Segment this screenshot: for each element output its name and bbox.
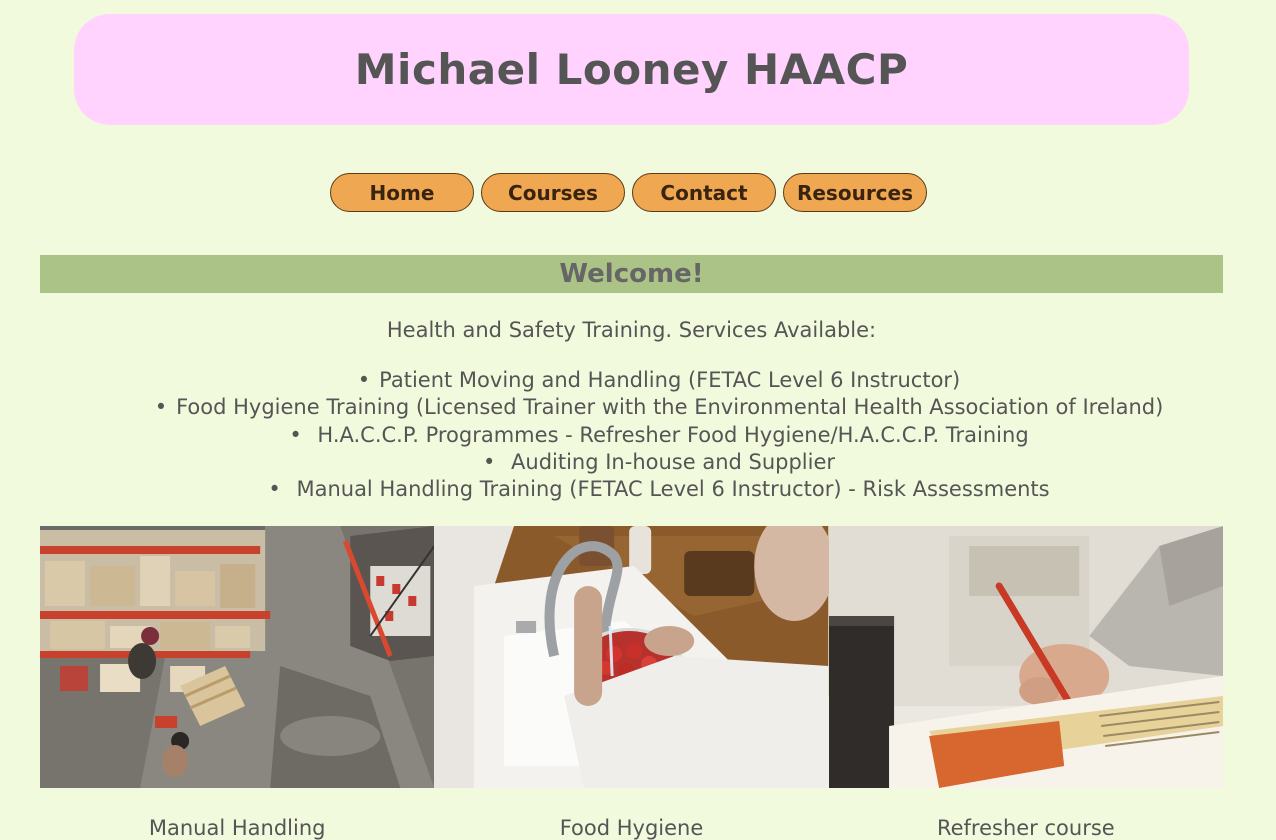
nav-courses-button[interactable]: Courses (481, 173, 625, 212)
welcome-banner: Welcome! (40, 255, 1223, 293)
gallery-card-food-hygiene: Food Hygiene (434, 526, 829, 840)
nav-contact-button[interactable]: Contact (632, 173, 776, 212)
washing-strawberries-photo (434, 526, 829, 788)
intro-text: Health and Safety Training. Services Ava… (386, 318, 877, 342)
gallery-card-manual-handling: Manual Handling (40, 526, 435, 840)
gallery-card-refresher-course: Refresher course (828, 526, 1223, 840)
welcome-heading: Welcome! (559, 259, 704, 289)
service-item: Auditing In-house and Supplier (0, 449, 1276, 476)
nav-home-button[interactable]: Home (330, 173, 474, 212)
service-item: H.A.C.C.P. Programmes - Refresher Food H… (0, 422, 1276, 449)
main-nav: Home Courses Contact Resources (330, 173, 927, 212)
nav-resources-button[interactable]: Resources (783, 173, 927, 212)
gallery-caption: Food Hygiene (559, 816, 704, 840)
site-header: Michael Looney HAACP (74, 14, 1189, 125)
writing-notebook-photo (828, 526, 1223, 788)
gallery-caption: Refresher course (936, 816, 1115, 840)
site-title: Michael Looney HAACP (354, 45, 909, 94)
gallery-caption: Manual Handling (148, 816, 326, 840)
service-item: Manual Handling Training (FETAC Level 6 … (0, 476, 1276, 503)
course-gallery: Manual Handling Food Hygiene Refresher c… (40, 526, 1223, 840)
warehouse-photo (40, 526, 435, 788)
service-item: Food Hygiene Training (Licensed Trainer … (0, 394, 1276, 421)
service-item: Patient Moving and Handling (FETAC Level… (0, 367, 1276, 394)
services-list: Patient Moving and Handling (FETAC Level… (0, 367, 1276, 503)
